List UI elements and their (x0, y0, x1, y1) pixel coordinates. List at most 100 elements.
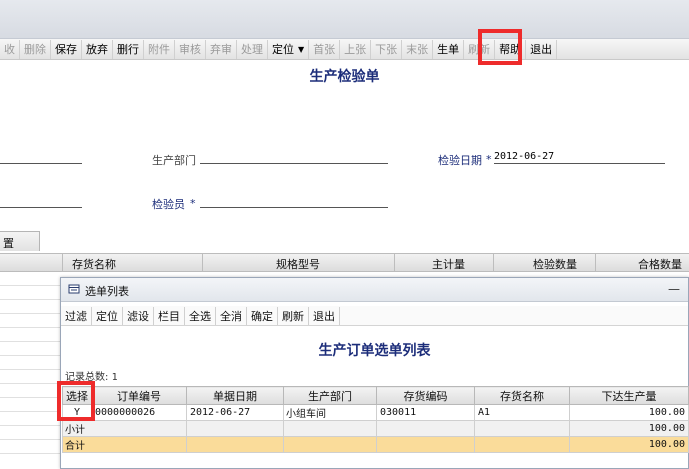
dialog-filter-settings-button[interactable]: 滤设 (123, 306, 154, 325)
record-count-value: 1 (111, 372, 118, 383)
column-divider[interactable] (394, 254, 395, 272)
toolbar-next-button[interactable]: 下张 (371, 39, 403, 59)
toolbar-last-button[interactable]: 末张 (402, 39, 434, 59)
window-top-band (0, 0, 689, 39)
toolbar-delete-button[interactable]: 删除 (20, 39, 51, 59)
toolbar-unapprove-button[interactable]: 弃审 (206, 39, 237, 59)
grid-row-stub[interactable] (0, 300, 60, 314)
production-dept-field[interactable] (200, 163, 388, 164)
field-left-2-line[interactable] (0, 207, 82, 208)
empty-cell (474, 436, 570, 453)
column-header-dept[interactable]: 生产部门 (283, 386, 377, 405)
inspection-date-value[interactable]: 2012-06-27 (494, 151, 554, 162)
empty-cell (283, 436, 377, 453)
toolbar-refresh-button[interactable]: 刷新 (464, 39, 496, 59)
outer-grid-header: 存货名称 规格型号 主计量 检验数量 合格数量 (0, 253, 689, 272)
column-header-unit[interactable]: 主计量 (432, 256, 465, 272)
inspection-date-required-mark: * (486, 153, 492, 166)
toolbar-locate-label: 定位 (272, 43, 294, 56)
toolbar-save-button[interactable]: 保存 (51, 39, 82, 59)
column-header-qty[interactable]: 下达生产量 (569, 386, 689, 405)
main-toolbar: 收 删除 保存 放弃 删行 附件 审核 弃审 处理 定位 ▼ 首张 上张 下张 末… (0, 39, 689, 60)
toolbar-locate-dropdown[interactable]: 定位 ▼ (268, 39, 310, 59)
toolbar-approve-button[interactable]: 审核 (175, 39, 206, 59)
toolbar-exit-button[interactable]: 退出 (526, 39, 558, 59)
outer-grid-left-rows (0, 272, 60, 469)
table-row[interactable]: Y 0000000026 2012-06-27 小组车间 030011 A1 1… (62, 404, 689, 421)
order-no-cell: 0000000026 (91, 404, 187, 421)
column-divider[interactable] (62, 254, 63, 272)
production-dept-label: 生产部门 (152, 154, 196, 167)
grid-row-stub[interactable] (0, 440, 60, 454)
grid-row-stub[interactable] (0, 342, 60, 356)
toolbar-receive-button[interactable]: 收 (0, 39, 20, 59)
toolbar-attachment-button[interactable]: 附件 (144, 39, 175, 59)
toolbar-help-button[interactable]: 帮助 (495, 39, 527, 59)
inspection-date-field[interactable] (494, 163, 665, 164)
total-row: 合计 100.00 (62, 436, 689, 453)
dialog-filter-button[interactable]: 过滤 (61, 306, 92, 325)
select-cell[interactable]: Y (62, 404, 92, 421)
field-left-1-line[interactable] (0, 163, 82, 164)
column-header-item-name[interactable]: 存货名称 (474, 386, 570, 405)
total-qty: 100.00 (569, 436, 689, 453)
empty-cell (283, 420, 377, 437)
grid-row-stub[interactable] (0, 426, 60, 440)
qty-cell: 100.00 (569, 404, 689, 421)
column-header-date[interactable]: 单据日期 (186, 386, 284, 405)
grid-row-stub[interactable] (0, 384, 60, 398)
grid-row-stub[interactable] (0, 370, 60, 384)
inspector-field[interactable] (200, 207, 388, 208)
grid-row-stub[interactable] (0, 398, 60, 412)
grid-row-stub[interactable] (0, 328, 60, 342)
dialog-exit-button[interactable]: 退出 (309, 306, 340, 325)
subtotal-label: 小计 (62, 420, 187, 437)
column-divider[interactable] (493, 254, 494, 272)
dialog-select-all-button[interactable]: 全选 (185, 306, 216, 325)
column-header-qualified-qty[interactable]: 合格数量 (638, 256, 682, 272)
toolbar-generate-button[interactable]: 生单 (433, 39, 465, 59)
grid-row-stub[interactable] (0, 356, 60, 370)
column-header-spec[interactable]: 规格型号 (276, 256, 320, 272)
record-count-label: 记录总数: (65, 372, 109, 383)
dialog-columns-button[interactable]: 栏目 (154, 306, 185, 325)
tab-label: 置 (3, 237, 14, 250)
item-name-cell: A1 (474, 404, 570, 421)
column-divider[interactable] (202, 254, 203, 272)
dialog-confirm-button[interactable]: 确定 (247, 306, 278, 325)
toolbar-delete-row-button[interactable]: 删行 (113, 39, 144, 59)
dialog-title-bar[interactable]: 选单列表 — (61, 278, 688, 302)
grid-row-stub[interactable] (0, 286, 60, 300)
tab-settings[interactable]: 置 (0, 231, 40, 251)
toolbar-first-button[interactable]: 首张 (309, 39, 341, 59)
column-header-item-code[interactable]: 存货编码 (376, 386, 475, 405)
toolbar-prev-button[interactable]: 上张 (340, 39, 372, 59)
toolbar-process-button[interactable]: 处理 (237, 39, 268, 59)
grid-row-stub[interactable] (0, 314, 60, 328)
inspection-date-label: 检验日期 (438, 154, 482, 167)
window-list-icon (68, 284, 80, 294)
record-count: 记录总数: 1 (65, 368, 118, 383)
column-divider[interactable] (595, 254, 596, 272)
form-title: 生产检验单 (309, 69, 380, 85)
total-label: 合计 (62, 436, 187, 453)
minimize-button[interactable]: — (668, 282, 680, 296)
dialog-locate-button[interactable]: 定位 (92, 306, 123, 325)
dialog-refresh-button[interactable]: 刷新 (278, 306, 309, 325)
grid-row-stub[interactable] (0, 272, 60, 286)
dialog-title: 选单列表 (85, 285, 129, 298)
column-header-item-name[interactable]: 存货名称 (72, 256, 116, 272)
column-header-order-no[interactable]: 订单编号 (91, 386, 187, 405)
dialog-toolbar: 过滤 定位 滤设 栏目 全选 全消 确定 刷新 退出 (61, 306, 688, 326)
table-header-row: 选择 订单编号 单据日期 生产部门 存货编码 存货名称 下达生产量 (62, 386, 689, 405)
subtotal-row: 小计 100.00 (62, 420, 689, 437)
empty-cell (376, 420, 475, 437)
grid-row-stub[interactable] (0, 412, 60, 426)
date-cell: 2012-06-27 (186, 404, 284, 421)
column-header-inspect-qty[interactable]: 检验数量 (533, 256, 577, 272)
column-header-select[interactable]: 选择 (62, 386, 92, 405)
dialog-deselect-all-button[interactable]: 全消 (216, 306, 247, 325)
toolbar-discard-button[interactable]: 放弃 (82, 39, 113, 59)
page: 收 删除 保存 放弃 删行 附件 审核 弃审 处理 定位 ▼ 首张 上张 下张 末… (0, 0, 689, 469)
order-selection-table: 选择 订单编号 单据日期 生产部门 存货编码 存货名称 下达生产量 Y 0000… (62, 386, 689, 453)
